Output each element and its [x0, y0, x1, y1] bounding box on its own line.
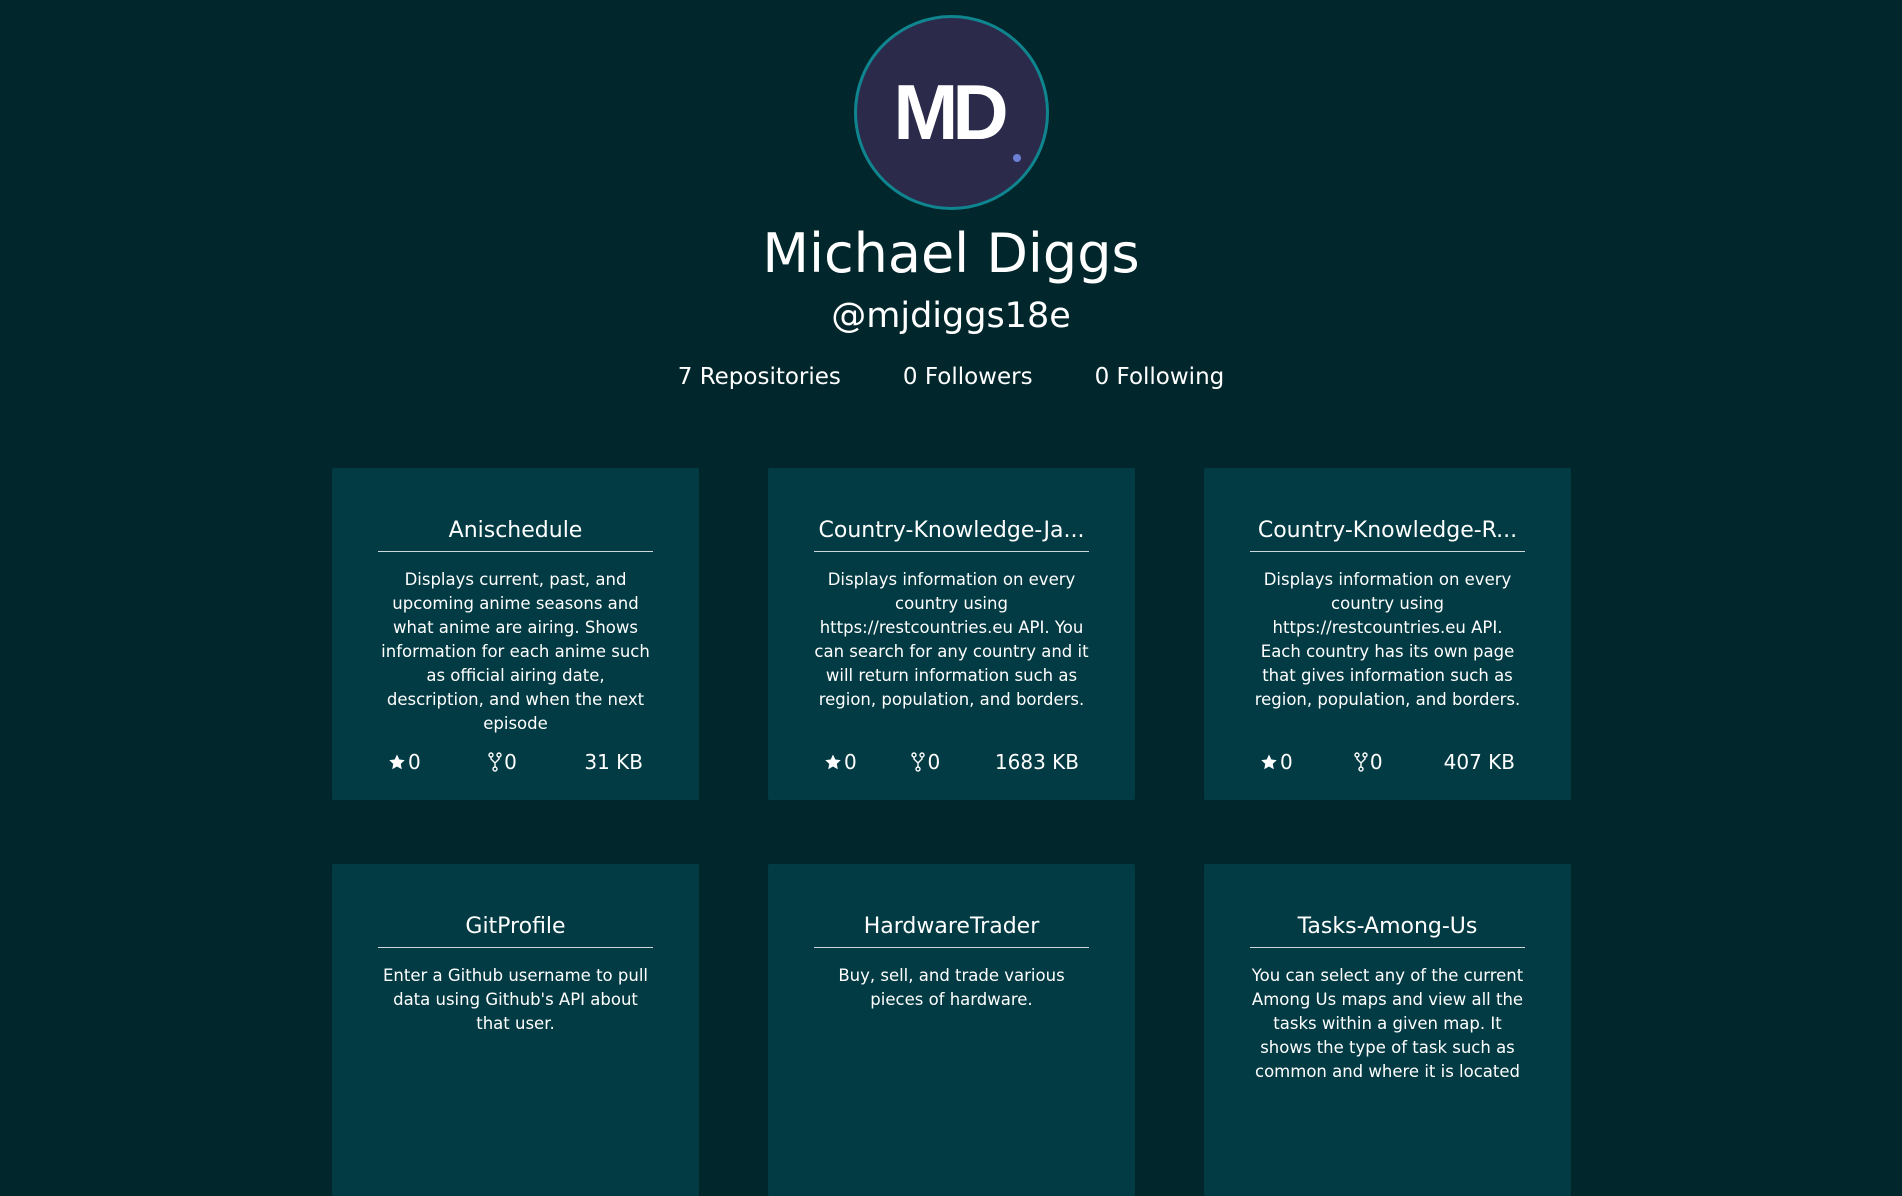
repo-card[interactable]: Tasks-Among-Us You can select any of the… — [1204, 864, 1571, 1196]
repo-stars: 0 — [824, 750, 857, 774]
fork-icon — [488, 752, 502, 772]
repo-meta: 0 0 1683 KB — [824, 750, 1079, 774]
repo-forks: 0 — [488, 750, 517, 774]
fork-count: 0 — [927, 750, 941, 774]
repo-forks: 0 — [1354, 750, 1383, 774]
star-icon — [824, 753, 842, 771]
star-count: 0 — [844, 750, 857, 774]
repo-stars: 0 — [1260, 750, 1293, 774]
repo-title[interactable]: GitProfile — [378, 914, 653, 948]
star-icon — [1260, 753, 1278, 771]
repo-size: 407 KB — [1443, 750, 1515, 774]
repo-card[interactable]: Country-Knowledge-Ja... Displays informa… — [768, 468, 1135, 800]
fork-count: 0 — [1369, 750, 1383, 774]
fork-icon — [1354, 752, 1368, 772]
repo-title[interactable]: HardwareTrader — [814, 914, 1089, 948]
repo-title[interactable]: Tasks-Among-Us — [1250, 914, 1525, 948]
repo-description: Enter a Github username to pull data usi… — [382, 966, 648, 1033]
repo-meta: 0 0 31 KB — [388, 750, 643, 774]
repo-card[interactable]: Country-Knowledge-R... Displays informat… — [1204, 468, 1571, 800]
repo-size: 1683 KB — [994, 750, 1079, 774]
star-count: 0 — [1280, 750, 1293, 774]
fork-icon — [911, 752, 926, 772]
star-count: 0 — [408, 750, 421, 774]
avatar-dot-icon — [1012, 154, 1021, 162]
repo-description: Displays current, past, and upcoming ani… — [381, 570, 650, 733]
star-icon — [388, 753, 406, 771]
following-count[interactable]: 0 Following — [1095, 364, 1225, 390]
profile-name: Michael Diggs — [762, 222, 1140, 285]
repo-title[interactable]: Country-Knowledge-Ja... — [814, 518, 1089, 552]
repo-title[interactable]: Country-Knowledge-R... — [1250, 518, 1525, 552]
profile-stats: 7 Repositories 0 Followers 0 Following — [678, 364, 1225, 390]
repo-description: Buy, sell, and trade various pieces of h… — [838, 966, 1065, 1009]
repo-description: You can select any of the current Among … — [1251, 966, 1524, 1081]
avatar[interactable]: MD — [853, 15, 1049, 210]
fork-count: 0 — [504, 750, 517, 774]
followers-count[interactable]: 0 Followers — [903, 364, 1033, 390]
repo-title[interactable]: Anischedule — [378, 518, 653, 552]
repo-meta: 0 0 407 KB — [1260, 750, 1515, 774]
repo-card[interactable]: Anischedule Displays current, past, and … — [332, 468, 699, 800]
repositories-count[interactable]: 7 Repositories — [678, 364, 841, 390]
repo-forks: 0 — [911, 750, 940, 774]
repo-description: Displays information on every country us… — [1254, 570, 1521, 709]
repo-card[interactable]: GitProfile Enter a Github username to pu… — [332, 864, 699, 1196]
profile-handle[interactable]: @mjdiggs18e — [831, 297, 1071, 336]
repo-grid: Anischedule Displays current, past, and … — [332, 468, 1573, 1196]
profile-header: MD Michael Diggs @mjdiggs18e 7 Repositor… — [0, 0, 1902, 390]
repo-card[interactable]: HardwareTrader Buy, sell, and trade vari… — [768, 864, 1135, 1196]
avatar-initials: MD — [893, 68, 1008, 156]
repo-size: 31 KB — [584, 750, 643, 774]
repo-stars: 0 — [388, 750, 421, 774]
repo-description: Displays information on every country us… — [814, 570, 1089, 709]
